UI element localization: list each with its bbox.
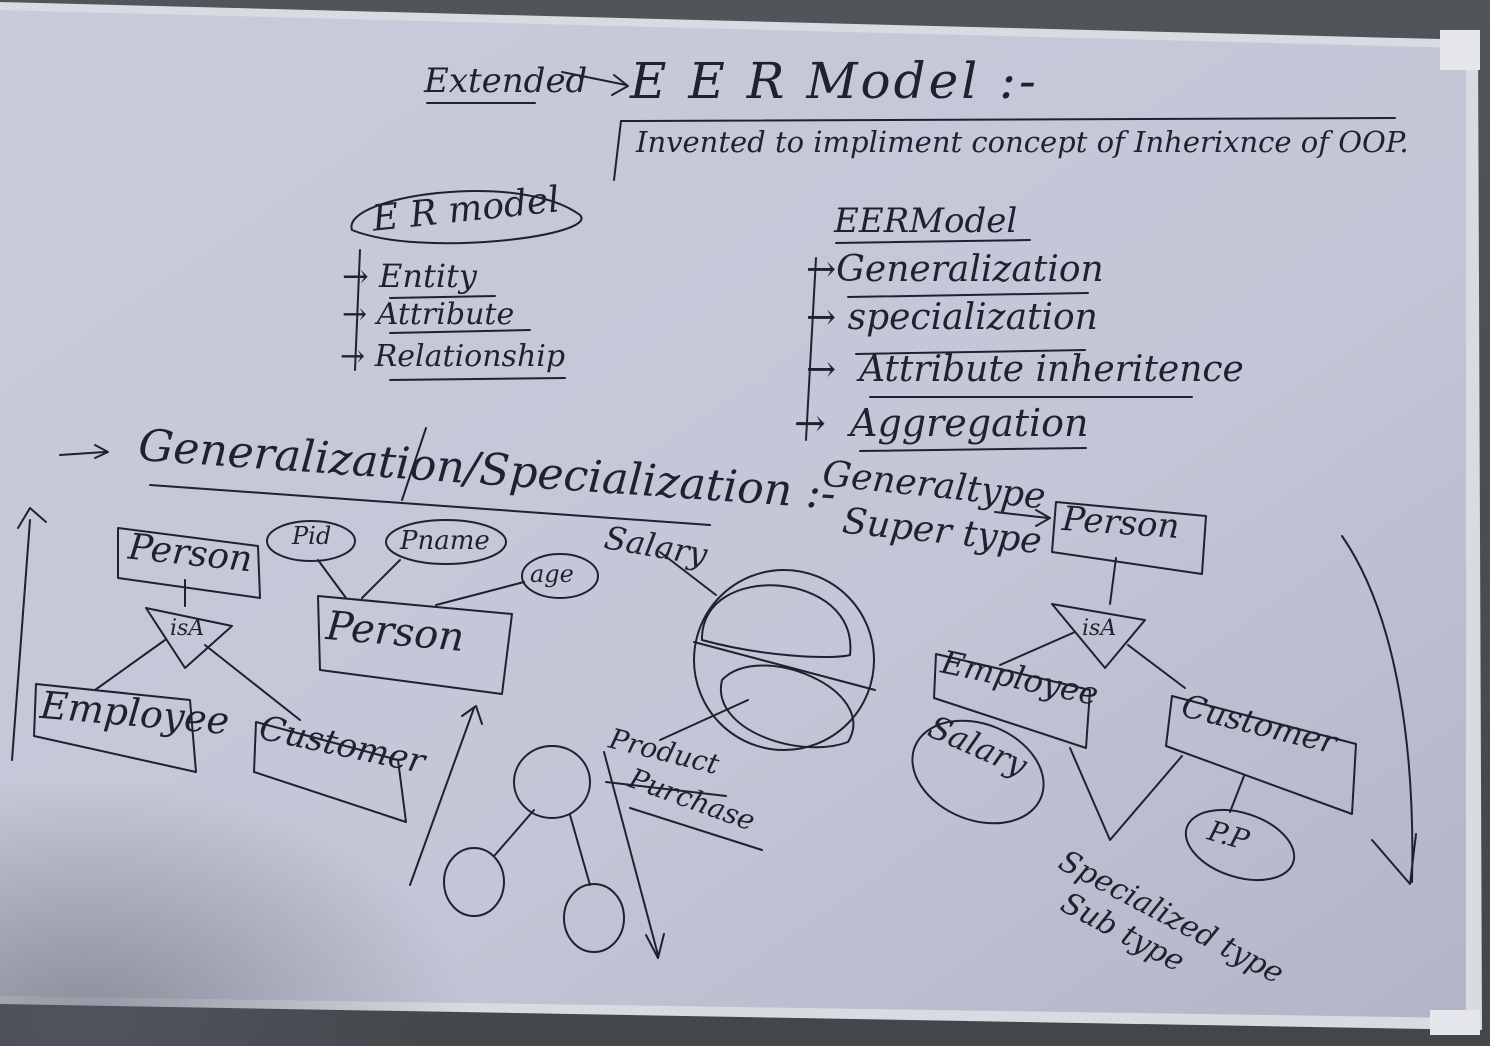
er-item-entity: → Entity: [342, 257, 477, 295]
eer-item-specialization: → specialization: [806, 297, 1098, 338]
whiteboard: Extended E E R Model :- Invented to impl…: [0, 0, 1490, 1046]
left-isa-label: isA: [170, 616, 205, 641]
pname-label: Pname: [400, 526, 490, 556]
title-eer-model: E E R Model :-: [630, 52, 1039, 110]
right-isa-label: isA: [1082, 616, 1117, 641]
frame-corner: [1440, 30, 1480, 70]
title-extended: Extended: [424, 61, 588, 101]
age-label: age: [530, 560, 574, 588]
subtitle: Invented to impliment concept of Inherix…: [636, 125, 1409, 159]
eer-item-attribute-inheritence: → Attribute inheritence: [806, 349, 1244, 390]
er-item-relationship: → Relationship: [340, 339, 566, 374]
frame-corner-bottom: [1430, 1010, 1480, 1035]
shadow: [0, 600, 700, 1046]
middle-person-label: Person: [324, 603, 467, 661]
pid-label: Pid: [292, 522, 332, 550]
right-person-label: Person: [1060, 498, 1181, 548]
eer-item-aggregation: → Aggregation: [794, 401, 1089, 445]
eer-item-generalization: →Generalization: [806, 249, 1104, 290]
eer-model-heading: EERModel: [834, 201, 1018, 241]
er-item-attribute: → Attribute: [342, 297, 515, 332]
